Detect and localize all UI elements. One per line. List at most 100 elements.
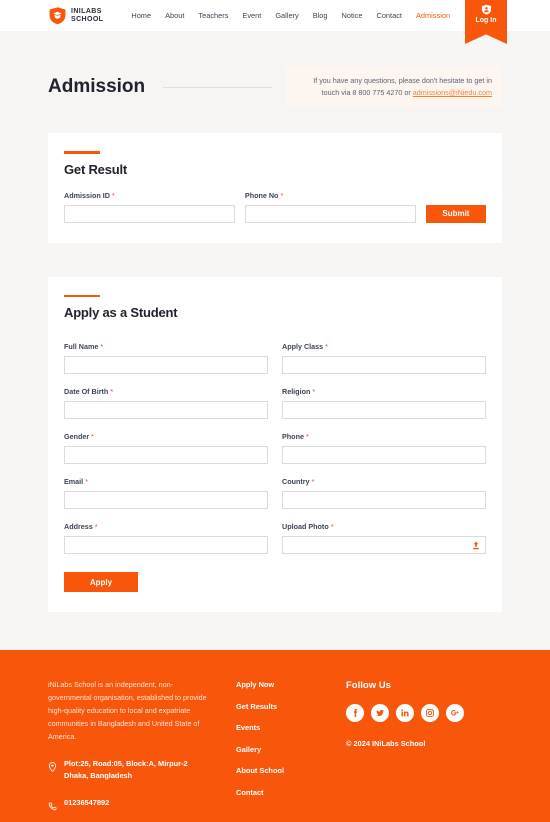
page-title-bar: Admission If you have any questions, ple… (0, 63, 550, 111)
logo-line-1: INILABS (71, 7, 102, 15)
footer-copyright: © 2024 INiLabs School (346, 739, 426, 748)
nav-item-notice[interactable]: Notice (342, 11, 363, 20)
label-phone-no: Phone No * (244, 190, 284, 200)
social-icon-row (346, 704, 502, 722)
footer-address-text: Plot:25, Road:05, Block:A, Mirpur-2 Dhak… (64, 758, 188, 782)
phone-input[interactable] (282, 446, 486, 464)
facebook-icon[interactable] (346, 704, 364, 722)
apply-button[interactable]: Apply (64, 572, 138, 592)
twitter-icon[interactable] (371, 704, 389, 722)
footer-address-line-1: Plot:25, Road:05, Block:A, Mirpur-2 (64, 759, 188, 768)
gender-input[interactable] (64, 446, 268, 464)
contact-note-prefix: touch via 8 800 775 4270 or (321, 88, 413, 97)
accent-bar (64, 294, 100, 297)
nav-item-gallery[interactable]: Gallery (275, 11, 298, 20)
footer-address-line-2: Dhaka, Bangladesh (64, 771, 133, 780)
label-date-of-birth: Date Of Birth * (64, 387, 114, 396)
footer-link-apply-now[interactable]: Apply Now (236, 680, 346, 689)
get-result-heading: Get Result (64, 161, 128, 177)
nav-item-blog[interactable]: Blog (313, 11, 328, 20)
nav-item-admission[interactable]: Admission (416, 11, 450, 20)
label-address: Address * (64, 522, 98, 531)
contact-note: If you have any questions, please don't … (286, 66, 502, 108)
country-input[interactable] (282, 491, 486, 509)
contact-email-link[interactable]: admissions@iNiedu.com (413, 88, 492, 97)
login-label: Log In (475, 17, 497, 24)
apply-student-card: Apply as a Student Full Name * Apply Cla… (48, 276, 502, 612)
field-admission-id: Admission ID * (64, 191, 235, 223)
instagram-icon[interactable] (421, 704, 439, 722)
footer-links: Apply Now Get Results Events Gallery Abo… (236, 678, 346, 822)
label-email: Email * (64, 477, 88, 486)
footer-about-text: iNiLabs School is an independent, non-go… (48, 680, 207, 741)
contact-note-line-2: touch via 8 800 775 4270 or admissions@i… (296, 87, 492, 99)
phone-icon (48, 798, 57, 811)
main-navigation: Home About Teachers Event Gallery Blog N… (131, 11, 450, 20)
footer-link-contact[interactable]: Contact (236, 788, 346, 797)
get-result-card: Get Result Admission ID * Phone No * Sub… (48, 133, 502, 243)
footer-link-about-school[interactable]: About School (236, 766, 346, 775)
logo-line-2: SCHOOL (71, 15, 104, 23)
label-upload-photo: Upload Photo * (282, 522, 334, 531)
footer-about: iNiLabs School is an independent, non-go… (48, 678, 236, 822)
logo-wordmark: INILABS SCHOOL (71, 8, 103, 24)
label-gender: Gender * (64, 432, 94, 441)
site-logo[interactable]: INILABS SCHOOL (48, 6, 103, 25)
apply-form-grid: Full Name * Apply Class * Date Of Birth … (64, 342, 486, 554)
accent-bar (64, 151, 100, 154)
field-phone-no: Phone No * (244, 190, 416, 223)
full-name-input[interactable] (64, 356, 268, 374)
contact-note-line-1: If you have any questions, please don't … (313, 76, 492, 85)
footer-address: Plot:25, Road:05, Block:A, Mirpur-2 Dhak… (48, 758, 214, 782)
field-religion: Religion * (282, 387, 486, 419)
field-email: Email * (64, 477, 268, 509)
shield-graduation-cap-icon (48, 6, 67, 25)
nav-item-event[interactable]: Event (242, 11, 261, 20)
label-admission-id: Admission ID * (64, 190, 115, 200)
field-phone: Phone * (282, 432, 486, 464)
footer-phone-text: 01236547892 (64, 798, 110, 807)
site-footer: iNiLabs School is an independent, non-go… (0, 650, 550, 822)
email-input[interactable] (64, 491, 268, 509)
field-address: Address * (64, 522, 268, 554)
page-title: Admission (48, 76, 146, 97)
label-phone: Phone * (282, 432, 309, 441)
login-button[interactable]: Log In (465, 0, 507, 44)
nav-item-home[interactable]: Home (131, 11, 151, 20)
nav-item-contact[interactable]: Contact (376, 11, 401, 20)
get-result-form: Admission ID * Phone No * Submit (64, 190, 487, 223)
nav-item-about[interactable]: About (165, 11, 184, 20)
field-apply-class: Apply Class * (282, 342, 486, 374)
religion-input[interactable] (282, 401, 486, 419)
address-input[interactable] (64, 536, 268, 554)
follow-us-heading: Follow Us (346, 680, 391, 691)
footer-link-get-results[interactable]: Get Results (236, 702, 346, 711)
google-plus-icon[interactable] (446, 704, 464, 722)
location-pin-icon (48, 759, 57, 773)
label-apply-class: Apply Class * (282, 342, 328, 351)
footer-link-gallery[interactable]: Gallery (236, 745, 346, 754)
date-of-birth-input[interactable] (64, 401, 268, 419)
site-header: INILABS SCHOOL Home About Teachers Event… (0, 0, 550, 44)
linkedin-icon[interactable] (396, 704, 414, 722)
shield-user-icon (481, 4, 492, 15)
label-full-name: Full Name * (64, 342, 104, 351)
phone-no-input[interactable] (244, 204, 416, 223)
footer-phone: 01236547892 (48, 797, 214, 811)
field-country: Country * (282, 477, 486, 509)
field-upload-photo: Upload Photo * (282, 522, 486, 554)
label-country: Country * (282, 477, 315, 486)
field-gender: Gender * (64, 432, 268, 464)
apply-heading: Apply as a Student (64, 305, 178, 320)
label-religion: Religion * (282, 387, 316, 396)
nav-item-teachers[interactable]: Teachers (198, 11, 228, 20)
title-divider (163, 86, 272, 88)
admission-id-input[interactable] (64, 204, 235, 223)
submit-button[interactable]: Submit (425, 204, 487, 223)
apply-class-input[interactable] (282, 356, 486, 374)
field-full-name: Full Name * (64, 342, 268, 374)
footer-link-events[interactable]: Events (236, 723, 346, 732)
field-date-of-birth: Date Of Birth * (64, 387, 268, 419)
footer-social: Follow Us © 2024 INiLabs School (346, 678, 502, 822)
upload-photo-input[interactable] (282, 536, 486, 554)
